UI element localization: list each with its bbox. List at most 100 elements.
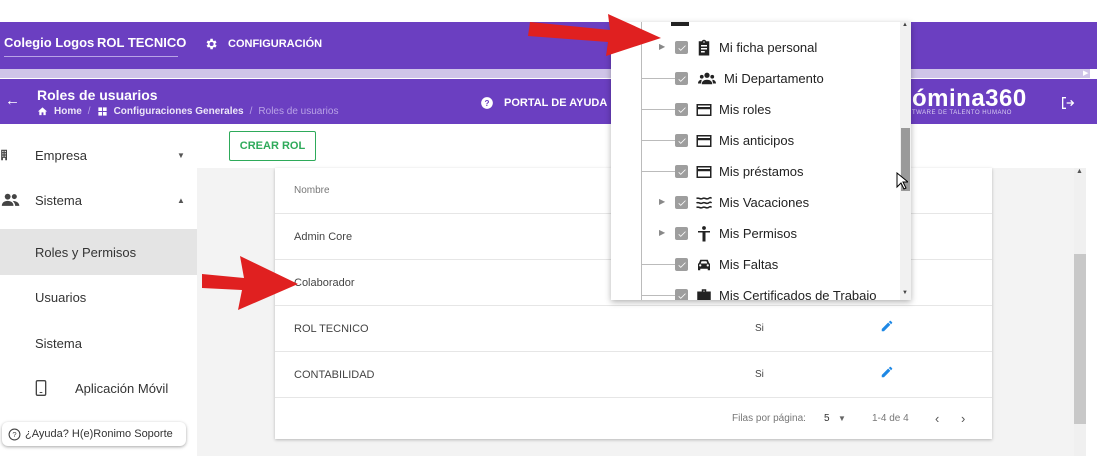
selector-underline bbox=[4, 56, 178, 57]
tree-item-label: Mis préstamos bbox=[719, 164, 804, 179]
page-header: ← Roles de usuarios Home / Configuracion… bbox=[0, 79, 1097, 124]
breadcrumb-separator: / bbox=[249, 106, 253, 117]
table-pagination: Filas por página: 5 ▼ 1-4 de 4 ‹ › bbox=[275, 398, 992, 439]
sidebar-item-label: Empresa bbox=[35, 147, 88, 163]
checkbox[interactable] bbox=[675, 41, 688, 54]
checkbox[interactable] bbox=[675, 227, 688, 240]
horizontal-scrollbar[interactable] bbox=[0, 69, 1090, 78]
sidebar-item-app-movil[interactable]: Aplicación Móvil bbox=[0, 365, 197, 411]
sidebar-item-label: Sistema bbox=[35, 192, 82, 208]
scroll-up-icon[interactable]: ▲ bbox=[902, 22, 908, 28]
sidebar-item-label: Sistema bbox=[35, 335, 82, 351]
role-name: ROL TECNICO bbox=[294, 323, 369, 335]
tree-item-label: Mis Certificados de Trabajo bbox=[719, 288, 877, 300]
sidebar-item-sistema[interactable]: Sistema ▲ bbox=[0, 177, 197, 223]
vertical-scrollbar[interactable]: ▲ bbox=[1074, 168, 1086, 456]
chevron-right-icon[interactable]: › bbox=[961, 411, 965, 426]
expand-triangle-icon[interactable]: ▶ bbox=[659, 228, 665, 237]
expand-triangle-icon[interactable]: ▶ bbox=[659, 197, 665, 206]
scrollbar-thumb[interactable] bbox=[1074, 254, 1086, 424]
edit-pencil-icon[interactable] bbox=[880, 319, 894, 333]
sidebar-item-label: Usuarios bbox=[35, 289, 87, 305]
table-row[interactable]: ROL TECNICO Si bbox=[275, 306, 992, 352]
sidebar-item-roles-permisos[interactable]: Roles y Permisos bbox=[0, 229, 197, 275]
checkbox[interactable] bbox=[675, 72, 688, 85]
checkbox[interactable] bbox=[675, 289, 688, 300]
page-title: Roles de usuarios bbox=[37, 87, 158, 103]
dropdown-scrollbar[interactable]: ▲ ▼ bbox=[900, 22, 911, 300]
breadcrumb-config[interactable]: Configuraciones Generales bbox=[114, 106, 244, 117]
scroll-up-icon[interactable]: ▲ bbox=[1076, 168, 1083, 175]
config-button[interactable]: CONFIGURACIÓN bbox=[204, 37, 322, 51]
company-name[interactable]: Colegio Logos bbox=[4, 35, 94, 50]
breadcrumb: Home / Configuraciones Generales / Roles… bbox=[37, 106, 338, 117]
card-icon bbox=[696, 104, 712, 116]
tree-item-certificados[interactable]: Mis Certificados de Trabajo bbox=[611, 280, 901, 300]
role-value: Si bbox=[755, 323, 764, 334]
brand-tagline: TWARE DE TALENTO HUMANO bbox=[912, 110, 1012, 116]
tree-item-roles[interactable]: Mis roles bbox=[611, 94, 901, 125]
table-row[interactable]: CONTABILIDAD Si bbox=[275, 352, 992, 398]
support-help-chip[interactable]: ? ¿Ayuda? H(e)Ronimo Soporte bbox=[2, 422, 186, 446]
tree-item-anticipos[interactable]: Mis anticipos bbox=[611, 125, 901, 156]
tree-item-label: Mi Departamento bbox=[724, 71, 824, 86]
checkbox[interactable] bbox=[675, 258, 688, 271]
car-icon bbox=[698, 259, 710, 271]
help-circle-icon: ? bbox=[8, 428, 21, 440]
home-icon bbox=[37, 107, 48, 116]
tree-branch-line bbox=[641, 264, 675, 265]
pagination-range: 1-4 de 4 bbox=[872, 413, 909, 424]
permissions-tree-dropdown[interactable]: ▶ Mi ficha personal Mi Departamento Mis … bbox=[611, 22, 911, 300]
sidebar-item-label: Roles y Permisos bbox=[35, 244, 137, 260]
logout-icon[interactable] bbox=[1060, 95, 1076, 111]
card-icon bbox=[696, 166, 712, 178]
rows-per-page-select[interactable]: 5 bbox=[824, 413, 830, 424]
role-name: Admin Core bbox=[294, 231, 353, 243]
tree-branch-line bbox=[641, 140, 675, 141]
rows-per-page-label: Filas por página: bbox=[732, 413, 806, 424]
support-help-label: ¿Ayuda? H(e)Ronimo Soporte bbox=[25, 428, 173, 440]
building-icon bbox=[1, 149, 8, 161]
svg-text:?: ? bbox=[485, 99, 490, 108]
svg-text:?: ? bbox=[12, 430, 16, 439]
config-label: CONFIGURACIÓN bbox=[228, 38, 323, 50]
tree-item-prestamos[interactable]: Mis préstamos bbox=[611, 156, 901, 187]
folder-icon bbox=[671, 22, 689, 26]
tree-item-faltas[interactable]: Mis Faltas bbox=[611, 249, 901, 280]
sidebar-item-usuarios[interactable]: Usuarios bbox=[0, 274, 197, 320]
edit-pencil-icon[interactable] bbox=[880, 365, 894, 379]
create-role-button[interactable]: CREAR ROL bbox=[229, 131, 316, 161]
checkbox[interactable] bbox=[675, 165, 688, 178]
tree-branch-line bbox=[641, 109, 675, 110]
scroll-right-icon[interactable]: ▶ bbox=[1083, 69, 1091, 78]
checkbox[interactable] bbox=[675, 196, 688, 209]
red-arrow-icon bbox=[528, 14, 661, 56]
person-icon bbox=[698, 226, 710, 242]
tree-branch-line bbox=[641, 78, 675, 79]
role-selector[interactable]: ROL TECNICO bbox=[97, 35, 186, 50]
sidebar-item-label: Aplicación Móvil bbox=[75, 380, 169, 396]
back-arrow-icon[interactable]: ← bbox=[5, 92, 20, 109]
sidebar-item-empresa[interactable]: Empresa ▼ bbox=[0, 132, 197, 178]
tree-item-label: Mis roles bbox=[719, 102, 772, 117]
tree-item-permisos[interactable]: ▶ Mis Permisos bbox=[611, 218, 901, 249]
breadcrumb-home[interactable]: Home bbox=[54, 106, 82, 117]
chevron-left-icon[interactable]: ‹ bbox=[935, 411, 939, 426]
help-portal-label: PORTAL DE AYUDA bbox=[504, 97, 608, 109]
tree-branch-line bbox=[641, 295, 675, 296]
tree-item-label: Mis anticipos bbox=[719, 133, 795, 148]
sidebar-item-sistema-sub[interactable]: Sistema bbox=[0, 320, 197, 366]
checkbox[interactable] bbox=[675, 134, 688, 147]
scroll-down-icon[interactable]: ▼ bbox=[902, 290, 908, 296]
role-name: CONTABILIDAD bbox=[294, 369, 375, 381]
group-icon bbox=[698, 72, 716, 85]
mouse-cursor-icon bbox=[896, 172, 908, 190]
tree-item-label: Mi ficha personal bbox=[719, 40, 818, 55]
tree-item-vacaciones[interactable]: ▶ Mis Vacaciones bbox=[611, 187, 901, 218]
caret-down-icon[interactable]: ▼ bbox=[838, 414, 846, 423]
tree-item-departamento[interactable]: Mi Departamento bbox=[611, 63, 901, 94]
checkbox[interactable] bbox=[675, 103, 688, 116]
breadcrumb-current: Roles de usuarios bbox=[258, 106, 339, 117]
help-portal-button[interactable]: ? PORTAL DE AYUDA bbox=[480, 96, 607, 110]
caret-down-icon: ▼ bbox=[177, 150, 185, 160]
